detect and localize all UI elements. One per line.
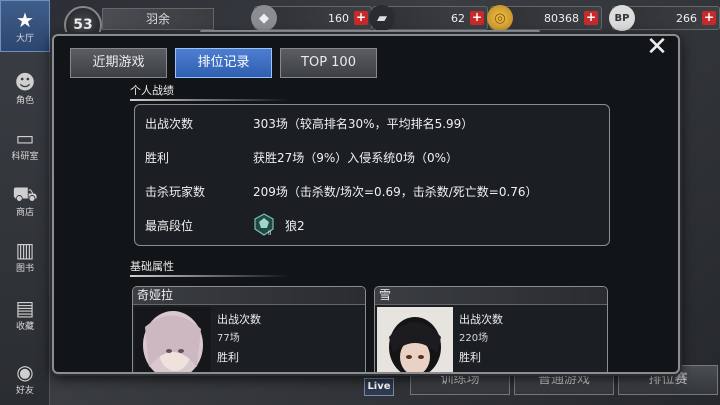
cart-icon: ⛟ <box>12 181 38 206</box>
bp-icon: BP <box>609 5 635 31</box>
stat-row-matches: 出战次数 303场（较高排名30%，平均排名5.99） <box>135 115 609 135</box>
modal-tabs: 近期游戏 排位记录 TOP 100 <box>70 48 385 80</box>
crystal-icon: ◆ <box>251 5 277 31</box>
resource-value: 80368 <box>544 11 579 25</box>
resource-crystal: ◆ 160 + <box>251 5 372 31</box>
stat-row-highest-rank: 最高段位 II 狼2 <box>135 213 609 237</box>
stat-label: 出战次数 <box>145 117 194 131</box>
wolf-rank-icon: II <box>253 213 275 237</box>
personal-stats-panel: 出战次数 303场（较高排名30%，平均排名5.99） 胜利 获胜27场（9%）… <box>134 104 610 246</box>
add-coin-button[interactable]: + <box>584 11 598 25</box>
character-stat-value: 77场 <box>217 333 240 344</box>
character-stat-label: 胜利 <box>459 351 481 364</box>
star-icon: ★ <box>16 7 34 32</box>
ticket-icon: ▰ <box>369 5 395 31</box>
tab-top-100[interactable]: TOP 100 <box>280 48 377 78</box>
sidebar-item-label: 大厅 <box>15 33 34 44</box>
resource-bp: BP 266 + <box>609 5 720 31</box>
sidebar-item-friends[interactable]: ◉ 好友 <box>0 352 50 404</box>
person-icon: ☻ <box>14 69 36 94</box>
sidebar-item-label: 角色 <box>15 95 34 106</box>
stat-value: 获胜27场（9%）入侵系统0场（0%） <box>253 151 458 165</box>
coin-icon: ◎ <box>487 5 513 31</box>
stat-row-wins: 胜利 获胜27场（9%）入侵系统0场（0%） <box>135 149 609 169</box>
character-name: 雪 <box>375 287 607 305</box>
sidebar-item-label: 科研室 <box>11 151 39 162</box>
resource-value: 160 <box>328 11 349 25</box>
sidebar-item-character[interactable]: ☻ 角色 <box>0 62 50 114</box>
character-portrait <box>377 307 453 372</box>
sidebar-item-books[interactable]: ▥ 图书 <box>0 230 50 282</box>
sidebar-item-label: 收藏 <box>15 321 34 332</box>
character-stat-label: 胜利 <box>217 351 239 364</box>
stat-label: 最高段位 <box>145 219 194 233</box>
stat-row-kills: 击杀玩家数 209场（击杀数/场次=0.69，击杀数/死亡数=0.76） <box>135 183 609 203</box>
monitor-icon: ▭ <box>15 125 35 150</box>
sidebar-item-shop[interactable]: ⛟ 商店 <box>0 174 50 226</box>
side-nav: ★ 大厅 ☻ 角色 ▭ 科研室 ⛟ 商店 ▥ 图书 ▤ 收藏 ◉ 好友 <box>0 0 50 405</box>
stat-label: 胜利 <box>145 151 170 165</box>
stat-value: 狼2 <box>285 219 305 233</box>
gamepad-icon: ◉ <box>16 359 34 384</box>
sidebar-item-label: 商店 <box>15 207 34 218</box>
book-icon: ▤ <box>15 295 35 320</box>
add-bp-button[interactable]: + <box>702 11 716 25</box>
basic-attributes-title: 基础属性 <box>130 258 290 279</box>
close-icon: ✕ <box>646 32 668 62</box>
resource-value: 266 <box>676 11 697 25</box>
sidebar-item-lab[interactable]: ▭ 科研室 <box>0 118 50 170</box>
sidebar-item-lobby[interactable]: ★ 大厅 <box>0 0 50 52</box>
sidebar-item-label: 图书 <box>15 263 34 274</box>
resource-value: 62 <box>451 11 465 25</box>
tab-ranked-record[interactable]: 排位记录 <box>175 48 272 78</box>
character-name: 奇娅拉 <box>133 287 365 305</box>
sidebar-item-collection[interactable]: ▤ 收藏 <box>0 288 50 340</box>
character-stat-value: 220场 <box>459 333 489 344</box>
character-card-chiara[interactable]: 奇娅拉 出战次数 77场 胜利 <box>132 286 366 372</box>
character-stat-label: 出战次数 <box>459 313 503 326</box>
add-ticket-button[interactable]: + <box>470 11 484 25</box>
personal-stats-title: 个人战绩 <box>130 82 290 103</box>
rank-numeral: II <box>268 230 272 237</box>
resource-coin: ◎ 80368 + <box>487 5 602 31</box>
record-modal: 近期游戏 排位记录 TOP 100 个人战绩 出战次数 303场（较高排名30%… <box>52 34 680 374</box>
character-stat-label: 出战次数 <box>217 313 261 326</box>
character-portrait <box>135 307 211 372</box>
live-badge[interactable]: Live <box>364 378 394 396</box>
stat-value: 209场（击杀数/场次=0.69，击杀数/死亡数=0.76） <box>253 185 538 199</box>
stat-label: 击杀玩家数 <box>145 185 206 199</box>
character-card-xue[interactable]: 雪 出战次数 220场 胜利 <box>374 286 608 372</box>
tab-recent-games[interactable]: 近期游戏 <box>70 48 167 78</box>
resource-ticket: ▰ 62 + <box>369 5 488 31</box>
close-button[interactable]: ✕ <box>642 34 672 62</box>
books-icon: ▥ <box>15 237 35 262</box>
add-crystal-button[interactable]: + <box>354 11 368 25</box>
stat-value: 303场（较高排名30%，平均排名5.99） <box>253 117 474 131</box>
sidebar-item-label: 好友 <box>15 385 34 396</box>
player-name: 羽余 <box>102 8 214 30</box>
